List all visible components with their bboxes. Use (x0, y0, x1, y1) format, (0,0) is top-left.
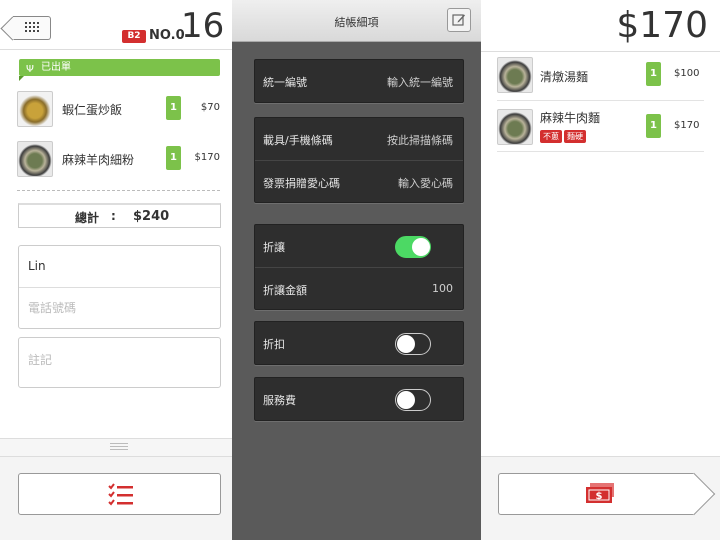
cart-item[interactable]: 清燉湯麵 1 $100 (481, 55, 720, 97)
discount-label: 折讓 (263, 241, 285, 254)
edit-icon (452, 14, 465, 26)
checkout-header: 結帳細項 (232, 0, 481, 42)
back-button[interactable] (13, 16, 51, 40)
checklist-icon (108, 483, 133, 506)
markdown-label: 折扣 (263, 338, 285, 351)
noodle-bowl-thumbnail (497, 57, 533, 93)
cart-item[interactable]: 麻辣牛肉麵 不蔥 麵硬 1 $170 (481, 107, 720, 149)
order-item-price: $70 (200, 102, 220, 113)
order-number-label: NO.0 (149, 28, 185, 43)
order-item-qty: 1 (166, 96, 181, 120)
svg-text:$: $ (596, 491, 603, 502)
total-label: 總計 (75, 211, 100, 225)
order-panel: B2 NO.0 16 Ψ 已出單 蝦仁蛋炒飯 1 $70 麻辣羊肉細粉 1 $1… (0, 0, 232, 540)
order-status-label: 已出單 (41, 62, 71, 73)
edit-button[interactable] (447, 8, 471, 32)
tax-id-label: 統一編號 (263, 76, 307, 89)
payment-total: $170 (616, 5, 708, 46)
customer-name-field[interactable]: Lin (19, 246, 220, 287)
note-field[interactable]: 註記 (18, 337, 221, 388)
total-colon: : (111, 209, 116, 223)
modifier-tag: 麵硬 (564, 130, 586, 143)
divider (497, 151, 704, 152)
total-value: $240 (133, 209, 170, 224)
noodle-bowl-thumbnail (497, 109, 533, 145)
tax-id-input[interactable]: 輸入統一編號 (387, 74, 453, 90)
markdown-card: 折扣 (254, 321, 464, 365)
modifier-tag: 不蔥 (540, 130, 562, 143)
cart-item-qty: 1 (646, 62, 661, 86)
noodle-bowl-thumbnail (17, 141, 53, 177)
note-placeholder: 註記 (28, 353, 53, 367)
grip-icon (110, 443, 128, 452)
order-item-qty: 1 (166, 146, 181, 170)
order-header: B2 NO.0 16 (0, 0, 232, 50)
donation-row[interactable]: 發票捐贈愛心碼 輸入愛心碼 (255, 160, 463, 202)
order-item[interactable]: 蝦仁蛋炒飯 1 $70 (0, 89, 232, 131)
order-item[interactable]: 麻辣羊肉細粉 1 $170 (0, 139, 232, 181)
payment-panel: $170 清燉湯麵 1 $100 麻辣牛肉麵 不蔥 麵硬 1 $170 $ (481, 0, 720, 540)
order-number: 16 (181, 6, 225, 46)
tax-id-row[interactable]: 統一編號 輸入統一編號 (255, 60, 463, 102)
drag-handle[interactable] (0, 438, 232, 456)
donation-label: 發票捐贈愛心碼 (263, 177, 340, 190)
payment-header: $170 (481, 0, 720, 52)
donation-code-input[interactable]: 輸入愛心碼 (398, 175, 453, 191)
phone-field[interactable]: 電話號碼 (19, 287, 220, 328)
service-fee-toggle[interactable] (395, 389, 431, 411)
service-fee-label: 服務費 (263, 394, 296, 407)
invoice-card: 載具/手機條碼 按此掃描條碼 發票捐贈愛心碼 輸入愛心碼 (254, 117, 464, 203)
order-item-name: 麻辣羊肉細粉 (62, 153, 135, 167)
order-status-bar: Ψ 已出單 (19, 59, 220, 76)
checkout-title: 結帳細項 (334, 16, 379, 29)
cash-payment-icon: $ (586, 483, 614, 503)
discount-amount-label: 折讓金額 (263, 284, 307, 297)
checkout-details-panel: 結帳細項 統一編號 輸入統一編號 載具/手機條碼 按此掃描條碼 發票捐贈愛心碼 … (232, 0, 481, 540)
order-item-name: 蝦仁蛋炒飯 (62, 103, 123, 117)
markdown-toggle[interactable] (395, 333, 431, 355)
fork-knife-icon: Ψ (26, 64, 34, 75)
cart-item-qty: 1 (646, 114, 661, 138)
order-total: 總計 : $240 (18, 203, 221, 228)
status-ribbon (19, 76, 24, 81)
discount-amount-row[interactable]: 折讓金額 100 (255, 267, 463, 309)
tax-id-card: 統一編號 輸入統一編號 (254, 59, 464, 103)
cart-item-price: $100 (674, 68, 700, 79)
carrier-label: 載具/手機條碼 (263, 134, 333, 147)
grid-menu-icon (25, 22, 39, 34)
left-footer (0, 456, 232, 540)
cart-item-name: 清燉湯麵 (540, 70, 589, 84)
service-fee-card: 服務費 (254, 377, 464, 421)
discount-row[interactable]: 折讓 (255, 225, 463, 267)
cart-item-name: 麻辣牛肉麵 (540, 111, 601, 125)
right-footer: $ (481, 456, 720, 540)
fried-rice-thumbnail (17, 91, 53, 127)
table-badge: B2 (122, 30, 146, 43)
carrier-row[interactable]: 載具/手機條碼 按此掃描條碼 (255, 118, 463, 160)
discount-amount-input[interactable]: 100 (432, 282, 453, 295)
checklist-button[interactable] (18, 473, 221, 515)
pay-button[interactable]: $ (498, 473, 694, 515)
discount-toggle[interactable] (395, 236, 431, 258)
order-item-price: $170 (194, 152, 220, 163)
divider (17, 190, 220, 191)
customer-form: Lin 電話號碼 (18, 245, 221, 329)
discount-card: 折讓 折讓金額 100 (254, 224, 464, 310)
cart-item-price: $170 (674, 120, 700, 131)
service-fee-row[interactable]: 服務費 (255, 378, 463, 420)
carrier-scan-input[interactable]: 按此掃描條碼 (387, 132, 453, 148)
markdown-row[interactable]: 折扣 (255, 322, 463, 364)
cart-item-tags: 不蔥 麵硬 (540, 130, 586, 143)
divider (497, 100, 704, 101)
